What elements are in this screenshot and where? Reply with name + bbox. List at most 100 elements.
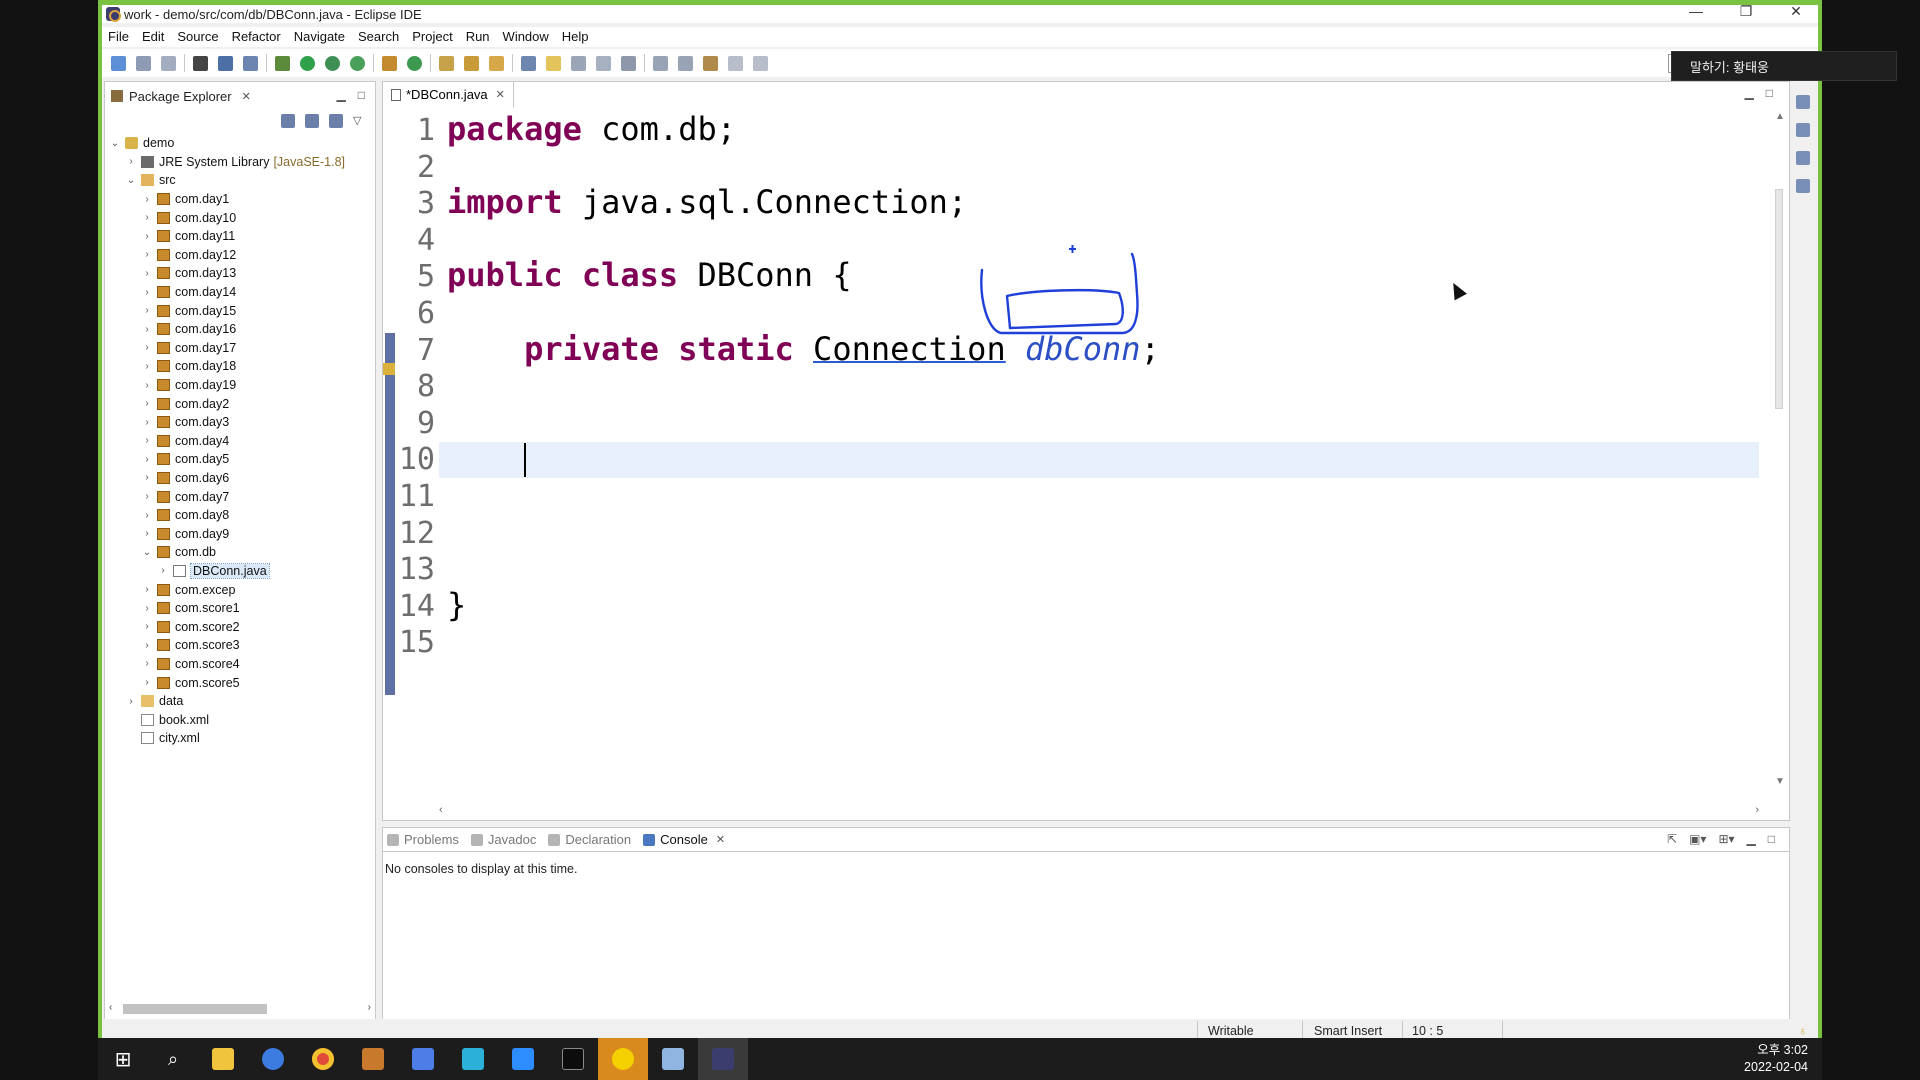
chevron-right-icon[interactable]: › xyxy=(141,621,153,632)
chevron-right-icon[interactable]: › xyxy=(141,435,153,446)
tree-item[interactable]: › com.day4 xyxy=(105,432,375,451)
tree-item[interactable]: › com.day15 xyxy=(105,301,375,320)
search-button[interactable]: ⌕ xyxy=(148,1038,198,1080)
open-task-icon[interactable] xyxy=(464,55,479,71)
minimize-view-icon[interactable]: ▁ xyxy=(337,88,346,102)
link-with-editor-icon[interactable] xyxy=(305,114,319,128)
outline-icon[interactable] xyxy=(1796,179,1810,193)
scroll-right-icon[interactable]: › xyxy=(368,1002,371,1013)
toggle-annotation-icon[interactable] xyxy=(521,55,536,71)
open-console-icon[interactable]: ⊞▾ xyxy=(1718,832,1734,846)
chevron-right-icon[interactable]: › xyxy=(141,528,153,539)
taskbar-zoom[interactable] xyxy=(498,1038,548,1080)
back-icon[interactable] xyxy=(728,55,743,71)
menu-navigate[interactable]: Navigate xyxy=(288,27,352,47)
tree-item[interactable]: city.xml xyxy=(105,729,375,748)
menu-window[interactable]: Window xyxy=(497,27,556,47)
collapse-all-icon[interactable] xyxy=(281,114,295,128)
coverage-icon[interactable] xyxy=(325,55,340,71)
chevron-right-icon[interactable]: › xyxy=(141,491,153,502)
word-wrap-icon[interactable] xyxy=(596,55,611,71)
chevron-right-icon[interactable]: › xyxy=(141,417,153,428)
tree-item[interactable]: › com.score2 xyxy=(105,617,375,636)
menu-run[interactable]: Run xyxy=(460,27,497,47)
chevron-right-icon[interactable]: › xyxy=(157,565,169,576)
save-all-icon[interactable] xyxy=(161,55,176,71)
package-explorer-tab[interactable]: Package Explorer ✕ xyxy=(105,82,251,110)
minimize-view-icon[interactable]: ▁ xyxy=(1747,832,1756,846)
mark-occurrences-icon[interactable] xyxy=(546,55,561,71)
chevron-right-icon[interactable]: › xyxy=(141,249,153,260)
tree-item[interactable]: › com.day3 xyxy=(105,413,375,432)
chevron-down-icon[interactable]: ⌄ xyxy=(141,547,153,558)
view-menu-icon[interactable]: ▽ xyxy=(353,114,365,128)
menu-file[interactable]: File xyxy=(102,27,136,47)
tab-javadoc[interactable]: Javadoc xyxy=(470,832,536,847)
system-tray-clock[interactable]: 오후 3:02 2022-02-04 xyxy=(1744,1042,1808,1076)
tree-item[interactable]: › com.day1 xyxy=(105,190,375,209)
tree-item[interactable]: › JRE System Library [JavaSE-1.8] xyxy=(105,153,375,172)
last-edit-icon[interactable] xyxy=(703,55,718,71)
tree-item[interactable]: › com.day11 xyxy=(105,227,375,246)
tab-console[interactable]: Console ✕ xyxy=(643,832,725,847)
taskbar-app[interactable] xyxy=(248,1038,298,1080)
tree-item[interactable]: › com.day13 xyxy=(105,264,375,283)
tree-item[interactable]: › com.day19 xyxy=(105,376,375,395)
horizontal-scrollbar[interactable]: ‹ › xyxy=(109,1002,371,1016)
next-annotation-icon[interactable] xyxy=(653,55,668,71)
restore-button[interactable]: ❐ xyxy=(1738,5,1754,20)
forward-icon[interactable] xyxy=(753,55,768,71)
scrollbar-thumb[interactable] xyxy=(1775,189,1783,409)
taskbar-app[interactable] xyxy=(448,1038,498,1080)
tree-item[interactable]: › com.day18 xyxy=(105,357,375,376)
tree-item[interactable]: ⌄ src xyxy=(105,171,375,190)
tree-item[interactable]: › com.day17 xyxy=(105,339,375,358)
maximize-view-icon[interactable]: □ xyxy=(1768,832,1775,846)
restore-icon[interactable] xyxy=(1796,95,1810,109)
chevron-right-icon[interactable]: › xyxy=(125,696,137,707)
taskbar-app[interactable] xyxy=(598,1038,648,1080)
menu-refactor[interactable]: Refactor xyxy=(226,27,288,47)
tree-item[interactable]: › com.day5 xyxy=(105,450,375,469)
publish-icon[interactable] xyxy=(193,55,208,71)
menu-edit[interactable]: Edit xyxy=(136,27,171,47)
tree-item[interactable]: › com.score1 xyxy=(105,599,375,618)
previous-annotation-icon[interactable] xyxy=(678,55,693,71)
external-tools-icon[interactable] xyxy=(350,55,365,71)
tree-item[interactable]: › com.day8 xyxy=(105,506,375,525)
taskbar-app[interactable] xyxy=(648,1038,698,1080)
editor-horizontal-scrollbar[interactable]: ‹ › xyxy=(439,804,1759,818)
skip-breakpoints-icon[interactable] xyxy=(243,55,258,71)
taskbar-chrome[interactable] xyxy=(298,1038,348,1080)
chevron-right-icon[interactable]: › xyxy=(141,603,153,614)
chevron-right-icon[interactable]: › xyxy=(141,658,153,669)
chevron-right-icon[interactable]: › xyxy=(141,342,153,353)
new-icon[interactable] xyxy=(111,55,126,71)
chevron-right-icon[interactable]: › xyxy=(141,231,153,242)
scrollbar-thumb[interactable] xyxy=(123,1004,267,1014)
show-whitespace-icon[interactable] xyxy=(621,55,636,71)
tab-declaration[interactable]: Declaration xyxy=(548,832,631,847)
editor-vertical-scrollbar[interactable]: ▲ ▼ xyxy=(1769,109,1789,809)
tree-item[interactable]: › com.excep xyxy=(105,580,375,599)
block-selection-icon[interactable] xyxy=(571,55,586,71)
chevron-right-icon[interactable]: › xyxy=(125,156,137,167)
close-icon[interactable]: ✕ xyxy=(242,90,251,103)
tab-problems[interactable]: Problems xyxy=(387,832,459,847)
debug-icon[interactable] xyxy=(275,55,290,71)
tree-item[interactable]: ⌄ com.db xyxy=(105,543,375,562)
tree-item[interactable]: › com.day10 xyxy=(105,208,375,227)
tree-item[interactable]: › com.day2 xyxy=(105,394,375,413)
taskbar-file-explorer[interactable] xyxy=(198,1038,248,1080)
tree-item[interactable]: › data xyxy=(105,692,375,711)
close-icon[interactable]: ✕ xyxy=(716,833,725,846)
chevron-right-icon[interactable]: › xyxy=(141,194,153,205)
chevron-right-icon[interactable]: › xyxy=(141,398,153,409)
start-button[interactable]: ⊞ xyxy=(98,1038,148,1080)
terminal-icon[interactable] xyxy=(218,55,233,71)
chevron-right-icon[interactable]: › xyxy=(141,212,153,223)
chevron-down-icon[interactable]: ⌄ xyxy=(109,138,121,149)
tree-item[interactable]: › com.score4 xyxy=(105,655,375,674)
chevron-right-icon[interactable]: › xyxy=(141,454,153,465)
scroll-right-icon[interactable]: › xyxy=(1755,804,1759,816)
